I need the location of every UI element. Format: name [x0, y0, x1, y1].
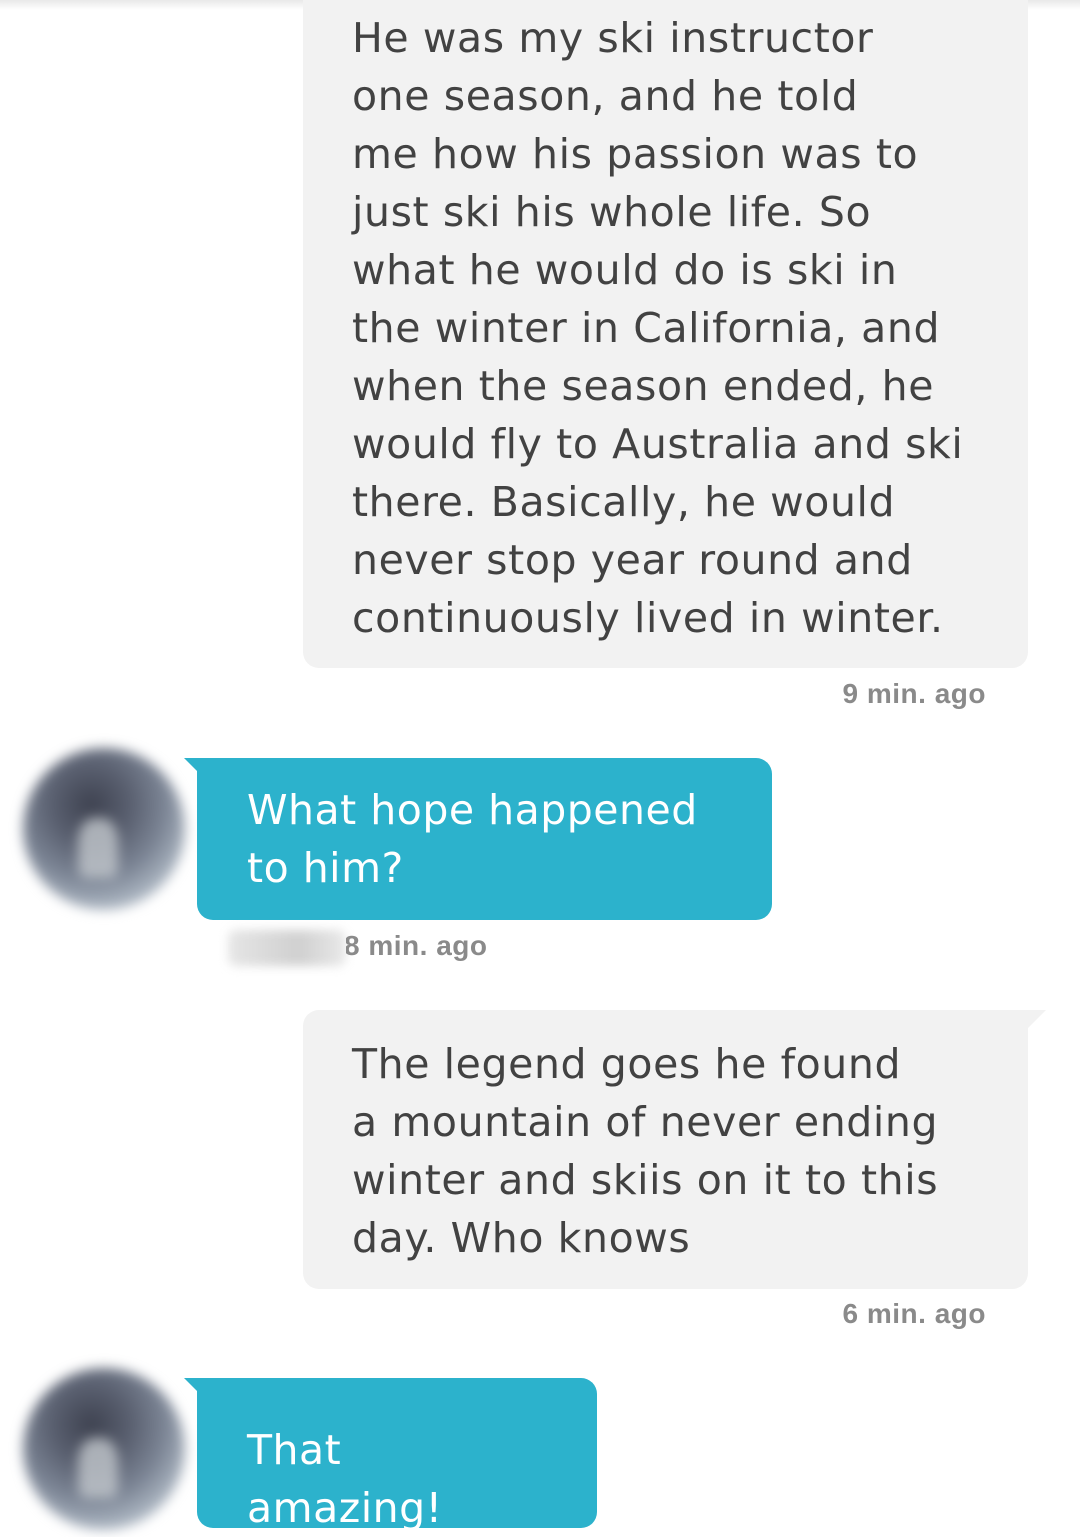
message-timestamp: 9 min. ago [842, 678, 986, 709]
avatar[interactable] [23, 748, 185, 910]
message-text: The legend goes he found a mountain of n… [352, 1040, 939, 1262]
outgoing-bubble-tail [1028, 1010, 1046, 1028]
message-text: He was my ski instructor one season, and… [352, 14, 964, 642]
outgoing-message-bubble[interactable]: He was my ski instructor one season, and… [303, 0, 1028, 668]
message-text: What hope happened to him? [247, 786, 698, 892]
message-timestamp: 6 min. ago [842, 1298, 986, 1329]
outgoing-message-bubble[interactable]: The legend goes he found a mountain of n… [303, 1010, 1028, 1289]
incoming-message-bubble[interactable]: That amazing! [197, 1378, 597, 1532]
incoming-message-bubble[interactable]: What hope happened to him? [197, 758, 772, 920]
avatar[interactable] [23, 1368, 185, 1530]
incoming-bubble-tail [184, 758, 198, 772]
message-timestamp: 8 min. ago [346, 930, 488, 961]
message-text: That amazing! [247, 1426, 443, 1532]
incoming-bubble-tail [184, 1378, 198, 1392]
sender-name-redacted [228, 930, 346, 966]
